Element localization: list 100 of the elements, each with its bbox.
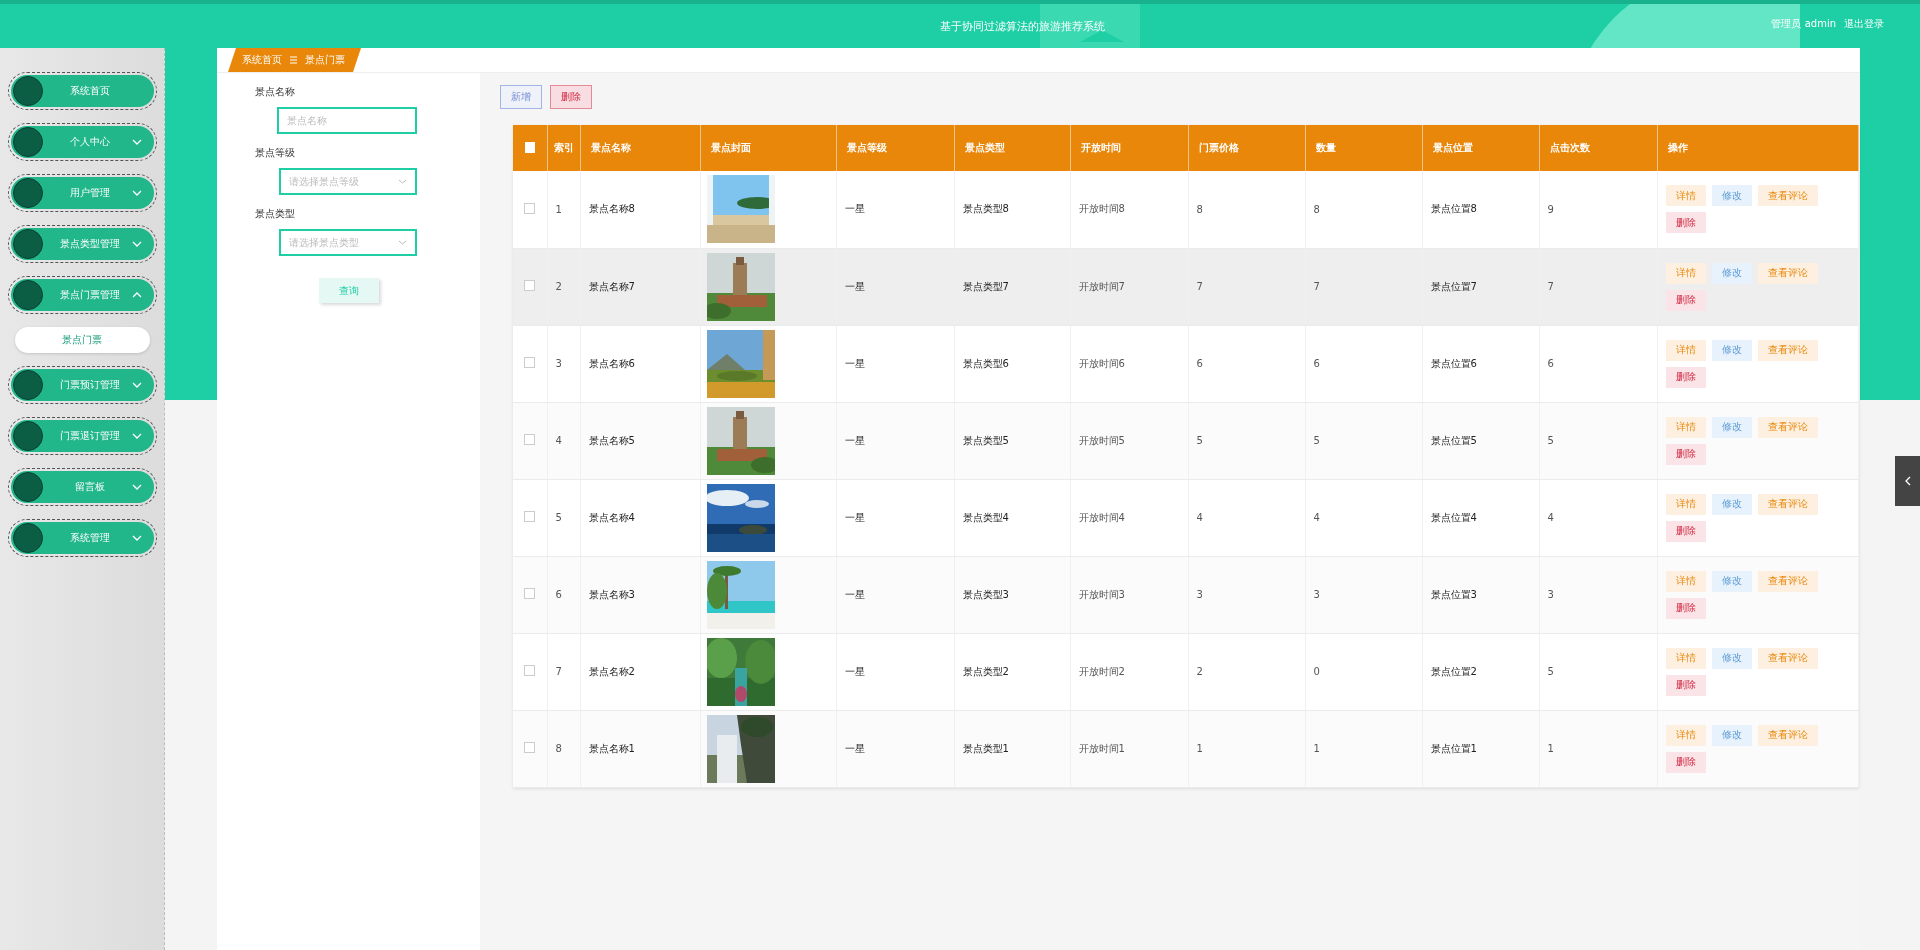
row-checkbox[interactable] <box>524 202 536 214</box>
select-field[interactable]: 请选择景点等级 <box>279 168 417 195</box>
breadcrumb-link[interactable]: 系统首页 <box>242 53 282 67</box>
row-checkbox[interactable] <box>524 357 536 368</box>
table-cell: 景点位置3 <box>1430 588 1477 600</box>
menu-item[interactable]: 留言板 <box>10 471 154 503</box>
edit-button[interactable]: 修改 <box>1711 570 1752 592</box>
row-checkbox[interactable] <box>524 742 536 753</box>
column-header: 操作 <box>1657 125 1858 171</box>
breadcrumb-link[interactable]: 景点门票 <box>305 53 345 67</box>
menu-item[interactable]: 个人中心 <box>10 126 154 158</box>
table-cell: 一星 <box>844 357 865 369</box>
edit-button[interactable]: 修改 <box>1711 724 1752 746</box>
table-cell: 景点类型8 <box>962 203 1009 215</box>
row-checkbox[interactable] <box>524 511 536 522</box>
delete-button[interactable]: 删除 <box>1665 520 1706 542</box>
menu-item[interactable]: 景点类型管理 <box>10 228 154 260</box>
add-button[interactable]: 新增 <box>500 85 542 109</box>
detail-button[interactable]: 详情 <box>1665 185 1706 207</box>
delete-button[interactable]: 删除 <box>1665 212 1706 234</box>
table-cell: 3 <box>1547 589 1554 600</box>
comments-button[interactable]: 查看评论 <box>1757 724 1818 746</box>
detail-button[interactable]: 详情 <box>1665 647 1706 669</box>
field-label: 景点类型 <box>255 207 296 221</box>
delete-button[interactable]: 删除 <box>550 85 592 109</box>
select-all-checkbox[interactable] <box>524 141 535 153</box>
dropdown-icon <box>398 179 407 184</box>
edit-button[interactable]: 修改 <box>1711 339 1752 361</box>
table-cell: 一星 <box>844 742 865 754</box>
menu-item[interactable]: 用户管理 <box>10 177 154 209</box>
delete-button[interactable]: 删除 <box>1665 289 1706 311</box>
table-cell: 景点名称8 <box>588 203 635 215</box>
table-cell: 景点位置8 <box>1430 203 1477 215</box>
table-cell: 一星 <box>844 665 865 677</box>
chevron-icon <box>131 484 142 490</box>
comments-button[interactable]: 查看评论 <box>1757 416 1818 438</box>
detail-button[interactable]: 详情 <box>1665 493 1706 515</box>
column-header: 点击次数 <box>1539 125 1657 171</box>
comments-button[interactable]: 查看评论 <box>1757 262 1818 284</box>
table-cell: 8 <box>1196 203 1203 215</box>
table-cell: 开放时间7 <box>1078 280 1125 292</box>
app-title: 基于协同过滤算法的旅游推荐系统 <box>940 18 1105 34</box>
delete-button[interactable]: 删除 <box>1665 443 1706 465</box>
edit-button[interactable]: 修改 <box>1711 416 1752 438</box>
delete-button[interactable]: 删除 <box>1665 597 1706 619</box>
menu-item[interactable]: 门票退订管理 <box>10 420 154 452</box>
search-button[interactable]: 查询 <box>319 278 379 303</box>
table-cell: 3 <box>1313 589 1320 600</box>
table-cell: 景点类型3 <box>962 588 1009 600</box>
row-checkbox[interactable] <box>524 588 536 599</box>
comments-button[interactable]: 查看评论 <box>1757 339 1818 361</box>
chevron-icon <box>131 241 142 247</box>
field-label: 景点名称 <box>255 85 296 99</box>
detail-button[interactable]: 详情 <box>1665 262 1706 284</box>
table-cell: 景点类型4 <box>962 511 1009 523</box>
detail-button[interactable]: 详情 <box>1665 339 1706 361</box>
row-checkbox[interactable] <box>524 665 536 676</box>
delete-button[interactable]: 删除 <box>1665 674 1706 696</box>
logout-link[interactable]: 退出登录 <box>1844 17 1884 31</box>
table-cell: 4 <box>1547 512 1554 523</box>
edit-button[interactable]: 修改 <box>1711 185 1752 207</box>
input-field[interactable]: 景点名称 <box>277 107 417 134</box>
table-cell: 景点位置1 <box>1430 742 1477 754</box>
submenu-item[interactable]: 景点门票 <box>14 327 150 353</box>
row-checkbox[interactable] <box>524 434 536 445</box>
delete-button[interactable]: 删除 <box>1665 366 1706 388</box>
table-cell: 3 <box>555 358 562 369</box>
table-cell: 5 <box>555 512 562 523</box>
table-cell: 景点位置4 <box>1430 511 1477 523</box>
table-cell: 一星 <box>844 511 865 523</box>
column-header: 景点位置 <box>1422 125 1539 171</box>
edit-button[interactable]: 修改 <box>1711 493 1752 515</box>
comments-button[interactable]: 查看评论 <box>1757 647 1818 669</box>
detail-button[interactable]: 详情 <box>1665 724 1706 746</box>
comments-button[interactable]: 查看评论 <box>1757 493 1818 515</box>
row-checkbox[interactable] <box>524 280 536 291</box>
table-cell: 7 <box>1196 281 1203 292</box>
table-cell: 6 <box>1313 358 1320 369</box>
table-cell: 一星 <box>844 588 865 600</box>
comments-button[interactable]: 查看评论 <box>1757 185 1818 207</box>
menu-item[interactable]: 门票预订管理 <box>10 369 154 401</box>
table-cell: 0 <box>1313 666 1320 677</box>
table-cell: 开放时间8 <box>1078 203 1125 215</box>
detail-button[interactable]: 详情 <box>1665 570 1706 592</box>
menu-item[interactable]: 系统管理 <box>10 522 154 554</box>
detail-button[interactable]: 详情 <box>1665 416 1706 438</box>
table-cell: 5 <box>1547 666 1554 677</box>
chevron-icon <box>131 382 142 388</box>
menu-item[interactable]: 景点门票管理 <box>10 279 154 311</box>
table-cell: 开放时间2 <box>1078 665 1125 677</box>
table-cell: 5 <box>1313 435 1320 446</box>
table-cell: 景点名称3 <box>588 588 635 600</box>
menu-item[interactable]: 系统首页 <box>10 75 154 107</box>
edit-button[interactable]: 修改 <box>1711 262 1752 284</box>
delete-button[interactable]: 删除 <box>1665 751 1706 773</box>
table-cell: 2 <box>555 281 562 292</box>
collapse-handle[interactable] <box>1895 456 1920 506</box>
edit-button[interactable]: 修改 <box>1711 647 1752 669</box>
table-cell: 景点名称2 <box>588 665 635 677</box>
comments-button[interactable]: 查看评论 <box>1757 570 1818 592</box>
